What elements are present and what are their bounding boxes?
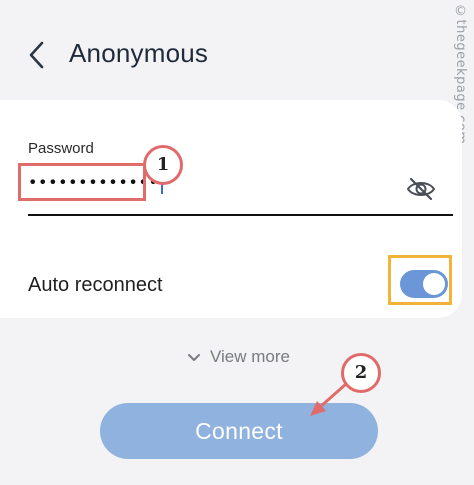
eye-off-icon[interactable] [405,176,437,202]
auto-reconnect-toggle[interactable] [400,270,448,298]
chevron-left-icon[interactable] [26,40,48,70]
password-label: Password [28,140,94,157]
annotation-badge-1: 1 [143,145,183,185]
view-more-label: View more [210,347,290,366]
connect-button[interactable]: Connect [100,403,378,459]
toggle-knob [423,273,445,295]
chevron-down-icon [188,353,200,361]
page-title: Anonymous [69,38,209,68]
auto-reconnect-label: Auto reconnect [28,274,163,296]
header: Anonymous [0,0,474,100]
annotation-badge-2: 2 [341,353,381,393]
view-more-button[interactable]: View more [186,345,290,369]
network-settings-card: Password ••••••••••••• Auto reconnect [0,100,462,318]
password-underline [28,214,453,216]
password-highlight-box [18,163,146,201]
